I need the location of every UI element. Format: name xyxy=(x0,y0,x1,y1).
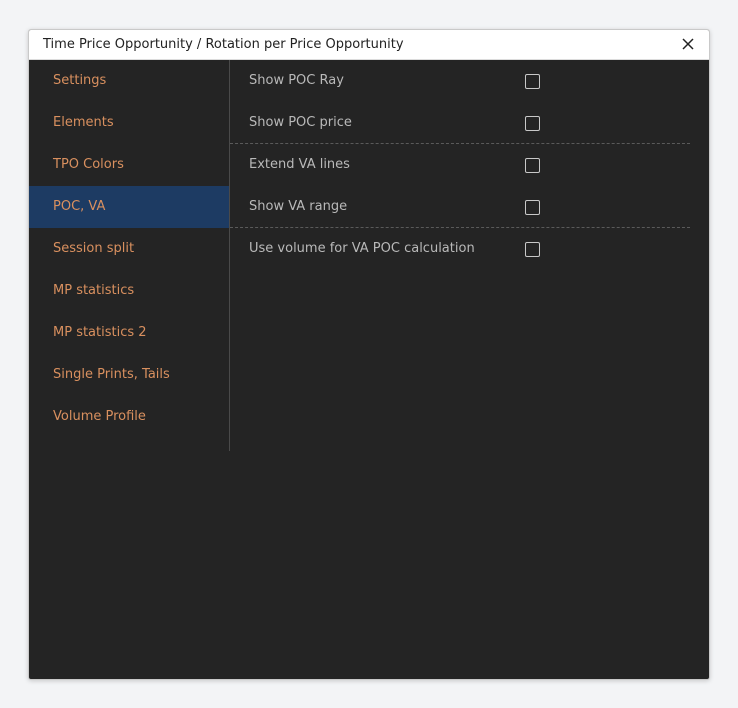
close-button[interactable] xyxy=(677,33,699,55)
sidebar-item-mp-statistics[interactable]: MP statistics xyxy=(29,270,229,312)
sidebar-item-elements[interactable]: Elements xyxy=(29,102,229,144)
option-label: Show POC price xyxy=(249,115,352,130)
option-label: Use volume for VA POC calculation xyxy=(249,241,475,256)
option-row-show-va-range: Show VA range xyxy=(230,186,690,228)
option-label: Show VA range xyxy=(249,199,348,214)
settings-dialog: Time Price Opportunity / Rotation per Pr… xyxy=(28,29,710,680)
extend-va-lines-checkbox[interactable] xyxy=(525,158,540,173)
option-row-show-poc-ray: Show POC Ray xyxy=(230,60,690,102)
option-row-show-poc-price: Show POC price xyxy=(230,102,690,144)
settings-sidebar: Settings Elements TPO Colors POC, VA Ses… xyxy=(29,60,230,451)
option-row-extend-va-lines: Extend VA lines xyxy=(230,144,690,186)
close-icon xyxy=(682,38,694,50)
dialog-title-bar: Time Price Opportunity / Rotation per Pr… xyxy=(29,30,709,60)
use-volume-va-poc-checkbox[interactable] xyxy=(525,242,540,257)
dialog-title: Time Price Opportunity / Rotation per Pr… xyxy=(43,37,404,52)
show-poc-ray-checkbox[interactable] xyxy=(525,74,540,89)
sidebar-item-volume-profile[interactable]: Volume Profile xyxy=(29,396,229,438)
sidebar-item-single-prints-tails[interactable]: Single Prints, Tails xyxy=(29,354,229,396)
show-poc-price-checkbox[interactable] xyxy=(525,116,540,131)
sidebar-item-session-split[interactable]: Session split xyxy=(29,228,229,270)
option-label: Extend VA lines xyxy=(249,157,350,172)
show-va-range-checkbox[interactable] xyxy=(525,200,540,215)
option-label: Show POC Ray xyxy=(249,73,344,88)
sidebar-item-mp-statistics-2[interactable]: MP statistics 2 xyxy=(29,312,229,354)
option-row-use-volume-va-poc: Use volume for VA POC calculation xyxy=(230,228,690,270)
sidebar-item-poc-va[interactable]: POC, VA xyxy=(29,186,229,228)
options-list: Show POC Ray Show POC price Extend VA li… xyxy=(230,60,690,270)
settings-content: Show POC Ray Show POC price Extend VA li… xyxy=(230,60,709,679)
sidebar-item-settings[interactable]: Settings xyxy=(29,60,229,102)
sidebar-item-tpo-colors[interactable]: TPO Colors xyxy=(29,144,229,186)
